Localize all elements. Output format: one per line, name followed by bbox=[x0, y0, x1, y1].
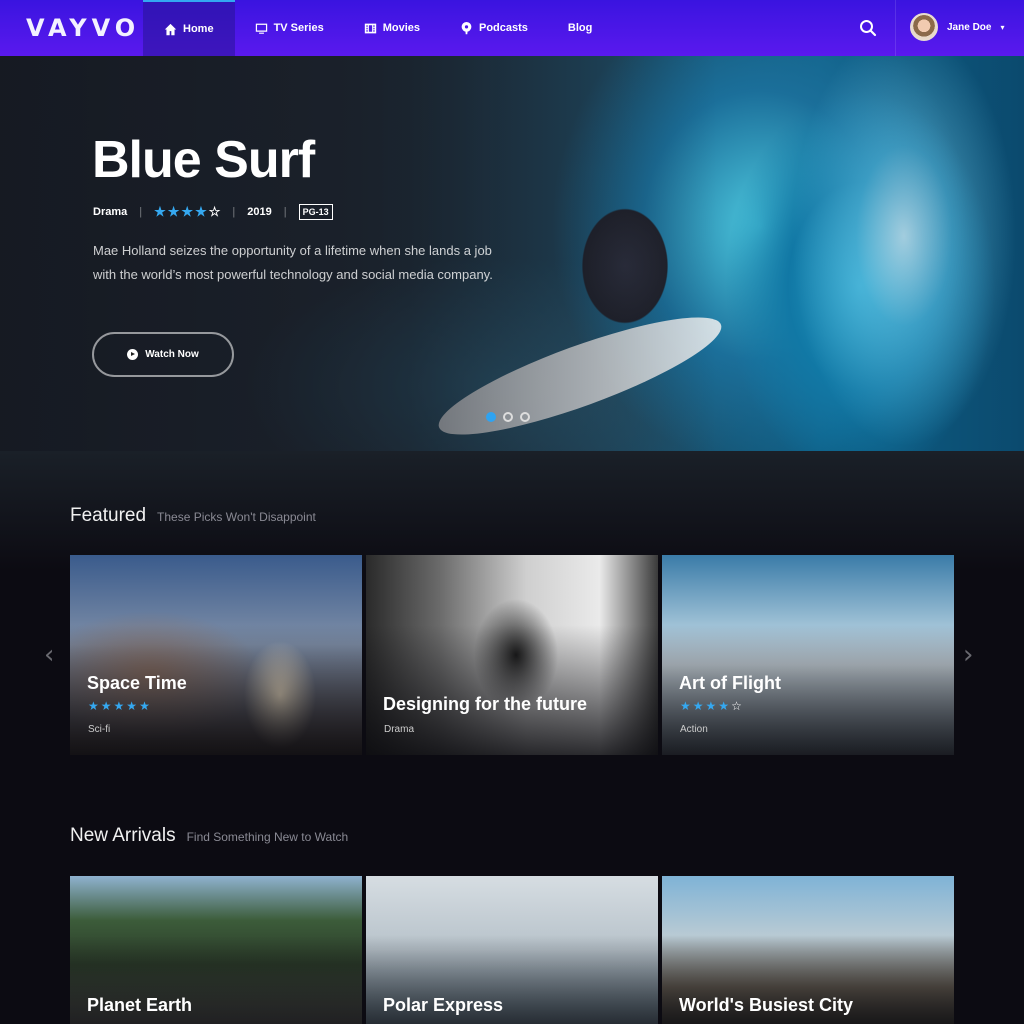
user-name: Jane Doe bbox=[947, 21, 992, 33]
nav-item-label: Podcasts bbox=[479, 22, 528, 34]
tv-icon bbox=[255, 23, 267, 34]
star-filled-icon: ★ bbox=[154, 204, 166, 219]
new-arrivals-header: New Arrivals Find Something New to Watch bbox=[70, 825, 348, 847]
nav-item-movies[interactable]: Movies bbox=[344, 0, 440, 56]
separator: | bbox=[283, 206, 287, 218]
star-filled-icon: ★ bbox=[100, 699, 112, 713]
hero-meta: Drama | ★ ★ ★ ★ ☆ | 2019 | PG-13 bbox=[93, 204, 333, 220]
watch-now-label: Watch Now bbox=[145, 349, 199, 360]
nav-item-tv-series[interactable]: TV Series bbox=[235, 0, 344, 56]
card-genre: Sci-fi bbox=[88, 724, 111, 735]
star-filled-icon: ★ bbox=[126, 699, 138, 713]
avatar bbox=[910, 13, 938, 41]
hero-description: Mae Holland seizes the opportunity of a … bbox=[93, 243, 493, 282]
card-title: Planet Earth bbox=[87, 995, 193, 1015]
slider-dot-2[interactable] bbox=[503, 412, 513, 422]
star-filled-icon: ★ bbox=[692, 699, 704, 713]
star-filled-icon: ★ bbox=[167, 204, 180, 219]
card-rating-stars: ★ ★ ★ ★ ☆ bbox=[680, 699, 742, 713]
card-genre: Drama bbox=[384, 724, 415, 735]
star-empty-icon: ☆ bbox=[208, 204, 221, 219]
card-rating-stars: ★ ★ ★ ★ ★ bbox=[88, 699, 150, 713]
hero-banner: Blue Surf Drama | ★ ★ ★ ★ ☆ | 2019 | PG-13 M… bbox=[0, 56, 1024, 451]
featured-card[interactable]: Art of Flight ★ ★ ★ ★ ☆ Action bbox=[662, 555, 954, 755]
card-title: Designing for the future bbox=[383, 694, 587, 714]
play-icon bbox=[127, 349, 139, 360]
nav-item-home[interactable]: Home bbox=[143, 0, 235, 56]
card-title: World's Busiest City bbox=[679, 995, 853, 1015]
separator: | bbox=[139, 206, 143, 218]
featured-subtitle: These Picks Won't Disappoint bbox=[157, 510, 316, 524]
nav-item-label: Movies bbox=[382, 22, 420, 34]
carousel-next-arrow[interactable]: › bbox=[963, 640, 973, 670]
separator: | bbox=[232, 206, 236, 218]
arrival-card[interactable]: World's Busiest City bbox=[662, 876, 954, 1024]
arrival-card[interactable]: Planet Earth bbox=[70, 876, 362, 1024]
film-icon bbox=[364, 23, 376, 33]
arrival-card[interactable]: Polar Express bbox=[366, 876, 658, 1024]
nav-item-podcasts[interactable]: Podcasts bbox=[440, 0, 548, 56]
nav-item-label: Home bbox=[183, 23, 214, 35]
search-icon[interactable] bbox=[858, 18, 878, 38]
card-title: Art of Flight bbox=[679, 673, 781, 693]
new-arrivals-carousel: Planet Earth Polar Express World's Busie… bbox=[70, 876, 954, 1024]
star-filled-icon: ★ bbox=[88, 699, 99, 713]
featured-carousel: Space Time ★ ★ ★ ★ ★ Sci-fi Designing for th… bbox=[70, 555, 954, 755]
featured-title: Featured bbox=[70, 505, 147, 526]
nav-item-label: Blog bbox=[567, 22, 593, 34]
star-empty-icon: ☆ bbox=[731, 699, 742, 713]
podcast-icon bbox=[461, 21, 472, 34]
card-title: Space Time bbox=[87, 673, 187, 693]
age-rating-badge: PG-13 bbox=[298, 204, 333, 220]
star-filled-icon: ★ bbox=[113, 699, 125, 713]
featured-card[interactable]: Designing for the future Drama bbox=[366, 555, 658, 755]
card-genre: Action bbox=[680, 724, 708, 735]
watch-now-button[interactable]: Watch Now bbox=[92, 332, 234, 377]
home-icon bbox=[164, 23, 177, 35]
slider-dot-1[interactable] bbox=[486, 412, 496, 422]
card-overlay bbox=[70, 555, 362, 755]
carousel-prev-arrow[interactable]: ‹ bbox=[44, 640, 54, 670]
nav-item-label: TV Series bbox=[273, 22, 324, 34]
hero-title: Blue Surf bbox=[92, 131, 315, 189]
user-menu[interactable]: Jane Doe ▾ bbox=[910, 13, 1004, 41]
card-title: Polar Express bbox=[383, 995, 504, 1015]
new-arrivals-title: New Arrivals bbox=[70, 825, 176, 846]
hero-year: 2019 bbox=[247, 206, 272, 218]
logo[interactable]: VAYVO bbox=[26, 14, 140, 42]
nav-item-blog[interactable]: Blog bbox=[548, 0, 612, 56]
star-filled-icon: ★ bbox=[195, 204, 207, 219]
slider-dots bbox=[486, 412, 530, 422]
featured-card[interactable]: Space Time ★ ★ ★ ★ ★ Sci-fi bbox=[70, 555, 362, 755]
star-filled-icon: ★ bbox=[680, 699, 691, 713]
nav-divider bbox=[895, 0, 896, 56]
hero-genre: Drama bbox=[93, 206, 128, 218]
star-filled-icon: ★ bbox=[705, 699, 717, 713]
slider-dot-3[interactable] bbox=[520, 412, 530, 422]
featured-header: Featured These Picks Won't Disappoint bbox=[70, 505, 316, 527]
nav-menu: Home TV Series Movies Podcasts Blog bbox=[143, 0, 612, 56]
star-filled-icon: ★ bbox=[718, 699, 730, 713]
hero-rating-stars: ★ ★ ★ ★ ☆ bbox=[154, 204, 220, 220]
new-arrivals-subtitle: Find Something New to Watch bbox=[186, 830, 349, 844]
star-filled-icon: ★ bbox=[139, 699, 150, 713]
top-navbar: VAYVO Home TV Series Movies Podcasts Blo… bbox=[0, 0, 1024, 56]
chevron-down-icon: ▾ bbox=[1000, 22, 1005, 32]
star-filled-icon: ★ bbox=[181, 204, 194, 219]
